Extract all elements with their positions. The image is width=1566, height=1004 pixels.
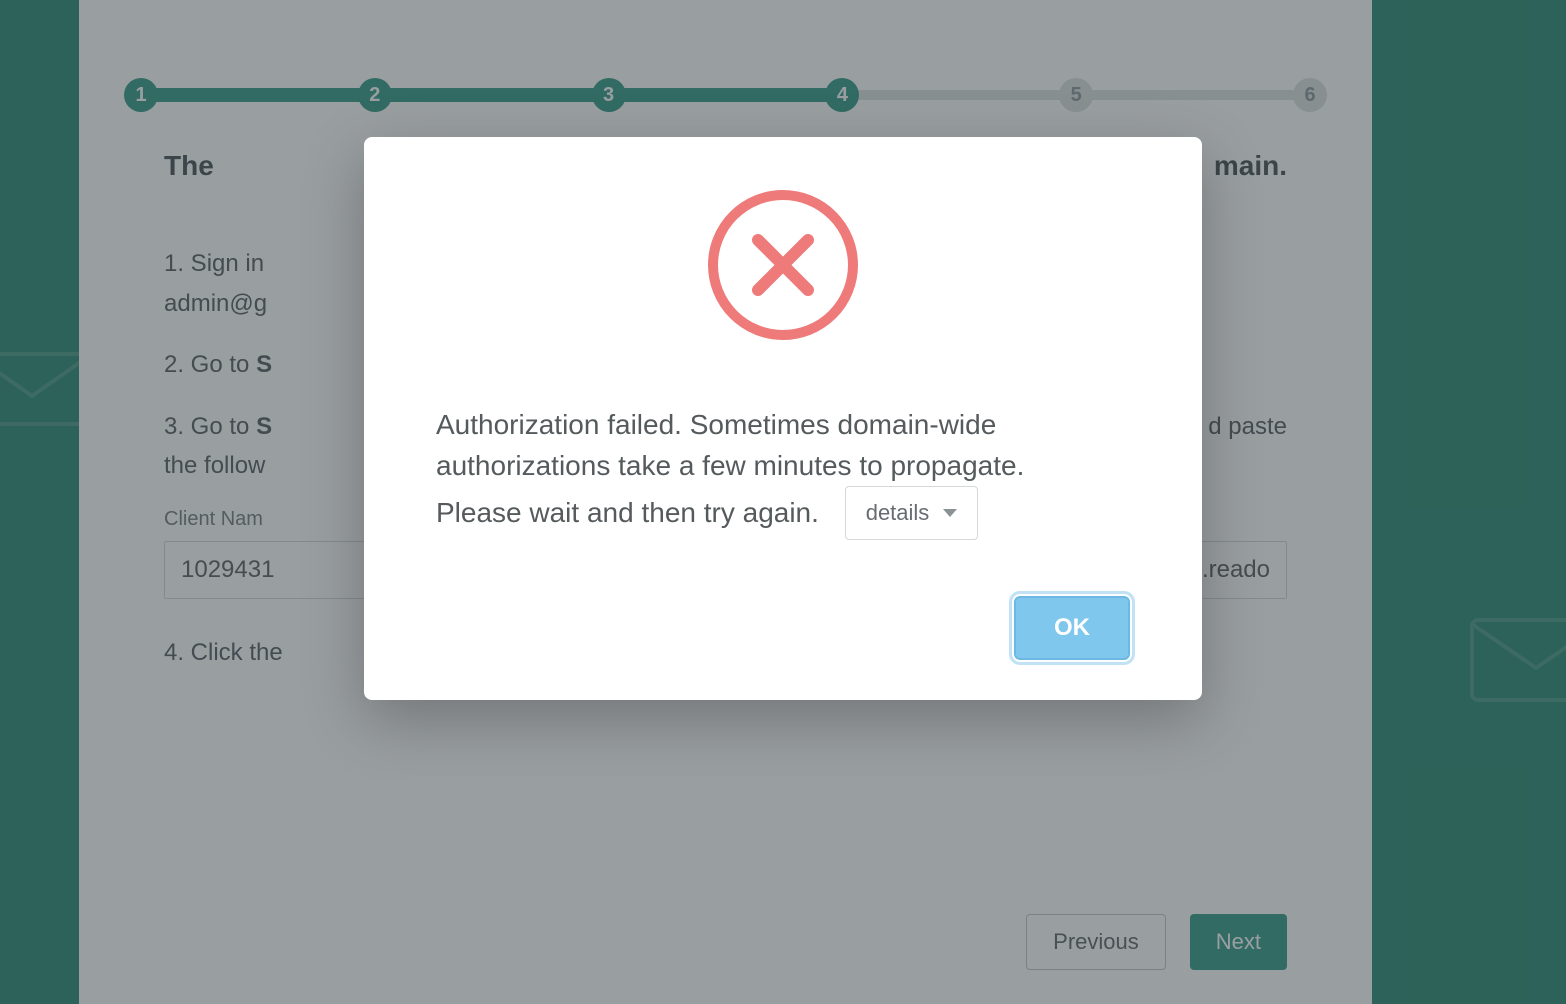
chevron-down-icon — [943, 509, 957, 517]
ok-button[interactable]: OK — [1014, 596, 1130, 660]
modal-message-line3: Please wait and then try again. — [436, 497, 819, 528]
modal-message-line1: Authorization failed. Sometimes domain-w… — [436, 409, 996, 440]
error-x-icon — [703, 185, 863, 345]
modal-message: Authorization failed. Sometimes domain-w… — [436, 405, 1130, 540]
error-modal: Authorization failed. Sometimes domain-w… — [364, 137, 1202, 700]
modal-message-line2: authorizations take a few minutes to pro… — [436, 450, 1024, 481]
details-label: details — [866, 497, 930, 529]
details-button[interactable]: details — [845, 486, 979, 540]
